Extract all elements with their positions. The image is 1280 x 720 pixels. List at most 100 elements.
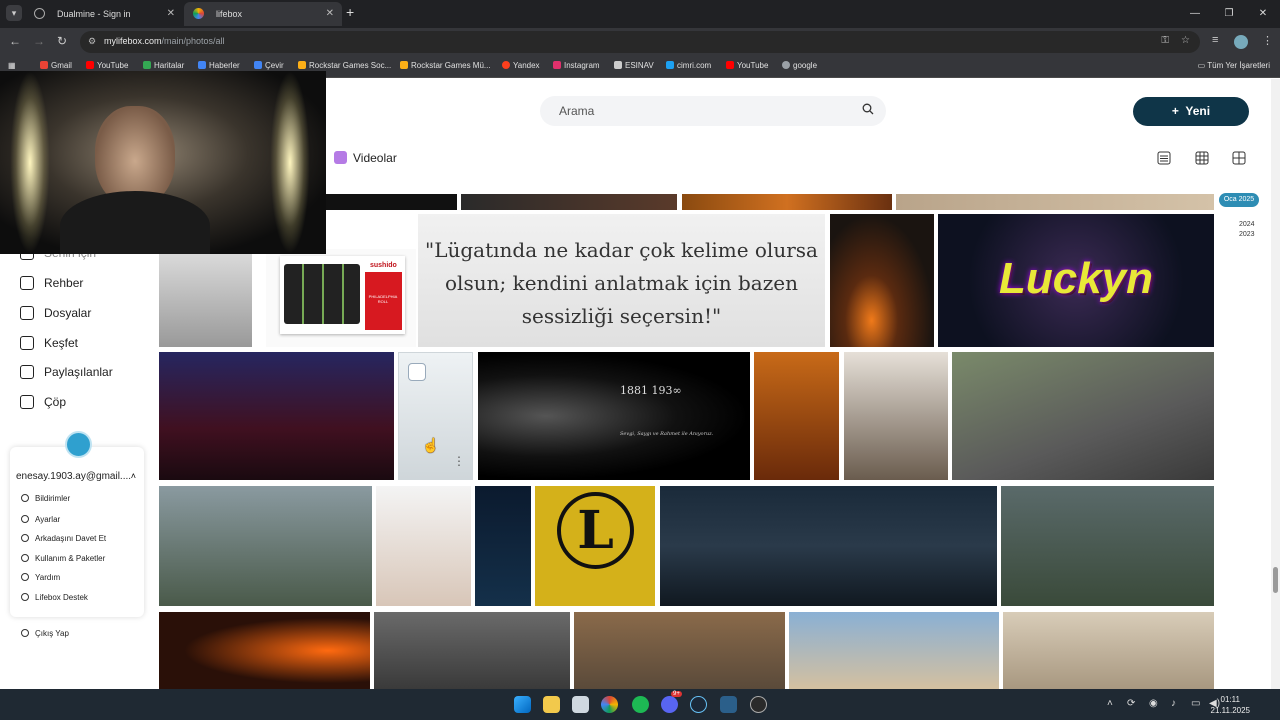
photo-thumbnail[interactable] [660,486,997,606]
discord-icon[interactable]: 9+ [661,691,682,713]
photo-thumbnail[interactable] [789,612,999,689]
photo-quote[interactable]: "Lügatında ne kadar çok kelime olursa ol… [418,214,825,347]
photo-luckyn[interactable]: Luckyn [938,214,1214,347]
avatar[interactable] [65,431,92,458]
profile-avatar-icon[interactable] [1234,35,1248,49]
grid-view-icon[interactable] [1195,151,1209,165]
reload-icon[interactable]: ↻ [57,34,67,48]
site-info-icon[interactable]: ⚙ [88,36,96,47]
photo-thumbnail[interactable] [159,352,394,480]
url-field[interactable]: ⚙ mylifebox.com/main/photos/all ⚿ ☆ [80,31,1200,53]
menu-settings[interactable]: Ayarlar [21,515,60,524]
file-explorer-icon[interactable] [543,696,560,713]
bookmark-google[interactable]: google [782,61,817,70]
bookmark-esinav[interactable]: ESINAV [614,61,654,70]
photo-selfie[interactable] [376,486,471,606]
scrollbar[interactable] [1271,79,1280,689]
menu-support[interactable]: Lifebox Destek [21,593,88,602]
bookmark-rockstar-music[interactable]: Rockstar Games Mü... [400,61,491,70]
bookmark-haritalar[interactable]: Haritalar [143,61,184,70]
close-tab-icon[interactable]: ✕ [326,2,334,26]
sidebar-item-shared[interactable]: Paylaşılanlar [20,365,113,379]
select-checkbox[interactable] [408,363,426,381]
close-tab-icon[interactable]: ✕ [167,2,175,26]
more-options-icon[interactable]: ⋮ [453,454,465,468]
tray-chevron-icon[interactable]: ˄ [1107,698,1113,709]
account-email[interactable]: enesay.1903.ay@gmail.... [16,471,131,482]
new-tab-button[interactable]: + [346,4,354,20]
photo-screenshot[interactable] [475,486,531,606]
store-icon[interactable] [572,696,589,713]
menu-invite[interactable]: Arkadaşını Davet Et [21,534,106,543]
sidebar-item-discover[interactable]: Keşfet [20,336,78,350]
bookmark-instagram[interactable]: Instagram [553,61,600,70]
photo-thumbnail[interactable] [896,194,1214,210]
bookmark-youtube-2[interactable]: YouTube [726,61,768,70]
menu-usage[interactable]: Kullanım & Paketler [21,554,105,563]
photo-campfire[interactable] [830,214,934,347]
photo-thumbnail[interactable] [159,486,372,606]
spotify-icon[interactable] [632,696,649,713]
all-bookmarks[interactable]: ▭ Tüm Yer İşaretleri [1198,61,1270,70]
sidebar-item-contacts[interactable]: Rehber [20,276,83,290]
photo-thumbnail[interactable] [1003,612,1214,689]
bookmark-youtube[interactable]: YouTube [86,61,128,70]
minimize-icon[interactable]: — [1178,0,1212,28]
steam-tray-icon[interactable]: ◉ [1149,698,1158,709]
photo-thumbnail[interactable] [461,194,677,210]
bookmark-cimri[interactable]: cimri.com [666,61,711,70]
close-window-icon[interactable]: ✕ [1246,0,1280,28]
photo-thumbnail[interactable] [159,612,370,689]
timeline-current[interactable]: Oca 2025 [1219,193,1259,207]
logout-button[interactable]: Çıkış Yap [21,629,69,638]
media-control-icon[interactable]: ≡ [1212,34,1218,46]
new-button[interactable]: + Yeni [1133,97,1249,126]
steam-icon[interactable] [690,696,707,713]
sync-icon[interactable]: ⟳ [1127,698,1135,709]
browser-menu-icon[interactable]: ⋮ [1262,34,1273,47]
tab-lifebox[interactable]: lifebox ✕ [184,2,342,26]
restore-icon[interactable]: ❐ [1212,0,1246,28]
bookmark-gmail[interactable]: Gmail [40,61,72,70]
menu-help[interactable]: Yardım [21,573,60,582]
display-icon[interactable]: ▭ [1191,698,1200,709]
password-key-icon[interactable]: ⚿ [1161,35,1169,46]
photo-thumbnail[interactable] [754,352,839,480]
sidebar-item-files[interactable]: Dosyalar [20,306,91,320]
photo-thumbnail[interactable] [326,194,457,210]
chrome-icon[interactable] [601,696,618,713]
filter-videos[interactable]: Videolar [334,151,397,165]
photo-motorcycle[interactable] [159,249,252,347]
photo-thumbnail[interactable] [1001,486,1214,606]
photo-thumbnail[interactable] [844,352,948,480]
list-view-icon[interactable] [1157,151,1171,165]
timeline-year-2023[interactable]: 2023 [1239,231,1259,238]
search-icon[interactable] [862,103,874,115]
tab-dualmine[interactable]: Dualmine - Sign in ✕ [25,2,183,26]
chevron-up-icon[interactable]: ˄ [131,471,136,481]
photo-thumbnail[interactable] [574,612,785,689]
clock[interactable]: 01:11 21.11.2025 [1211,694,1250,716]
bookmark-cevir[interactable]: Çevir [254,61,284,70]
large-grid-view-icon[interactable] [1232,151,1246,165]
microphone-icon[interactable]: ♪ [1171,698,1176,709]
apps-grid-icon[interactable]: ▦ [8,61,16,70]
scrollbar-thumb[interactable] [1273,567,1278,593]
menu-notifications[interactable]: Bildirimler [21,494,70,503]
photo-thumbnail[interactable] [374,612,570,689]
photo-ataturk[interactable] [478,352,750,480]
back-icon[interactable]: ← [9,34,21,48]
search-input[interactable]: Arama [540,96,886,126]
bookmark-haberler[interactable]: Haberler [198,61,240,70]
timeline-year-2024[interactable]: 2024 [1239,221,1259,228]
sidebar-item-trash[interactable]: Çöp [20,395,66,409]
forward-icon[interactable]: → [33,34,45,48]
app-icon[interactable] [720,696,737,713]
photo-thumbnail[interactable] [682,194,892,210]
bookmark-star-icon[interactable]: ☆ [1181,35,1190,46]
app-icon-2[interactable] [750,696,767,713]
bookmark-yandex[interactable]: Yandex [502,61,540,70]
photo-thumbnail[interactable] [952,352,1214,480]
tab-search-icon[interactable]: ▾ [6,5,22,21]
bookmark-rockstar-social[interactable]: Rockstar Games Soc... [298,61,391,70]
